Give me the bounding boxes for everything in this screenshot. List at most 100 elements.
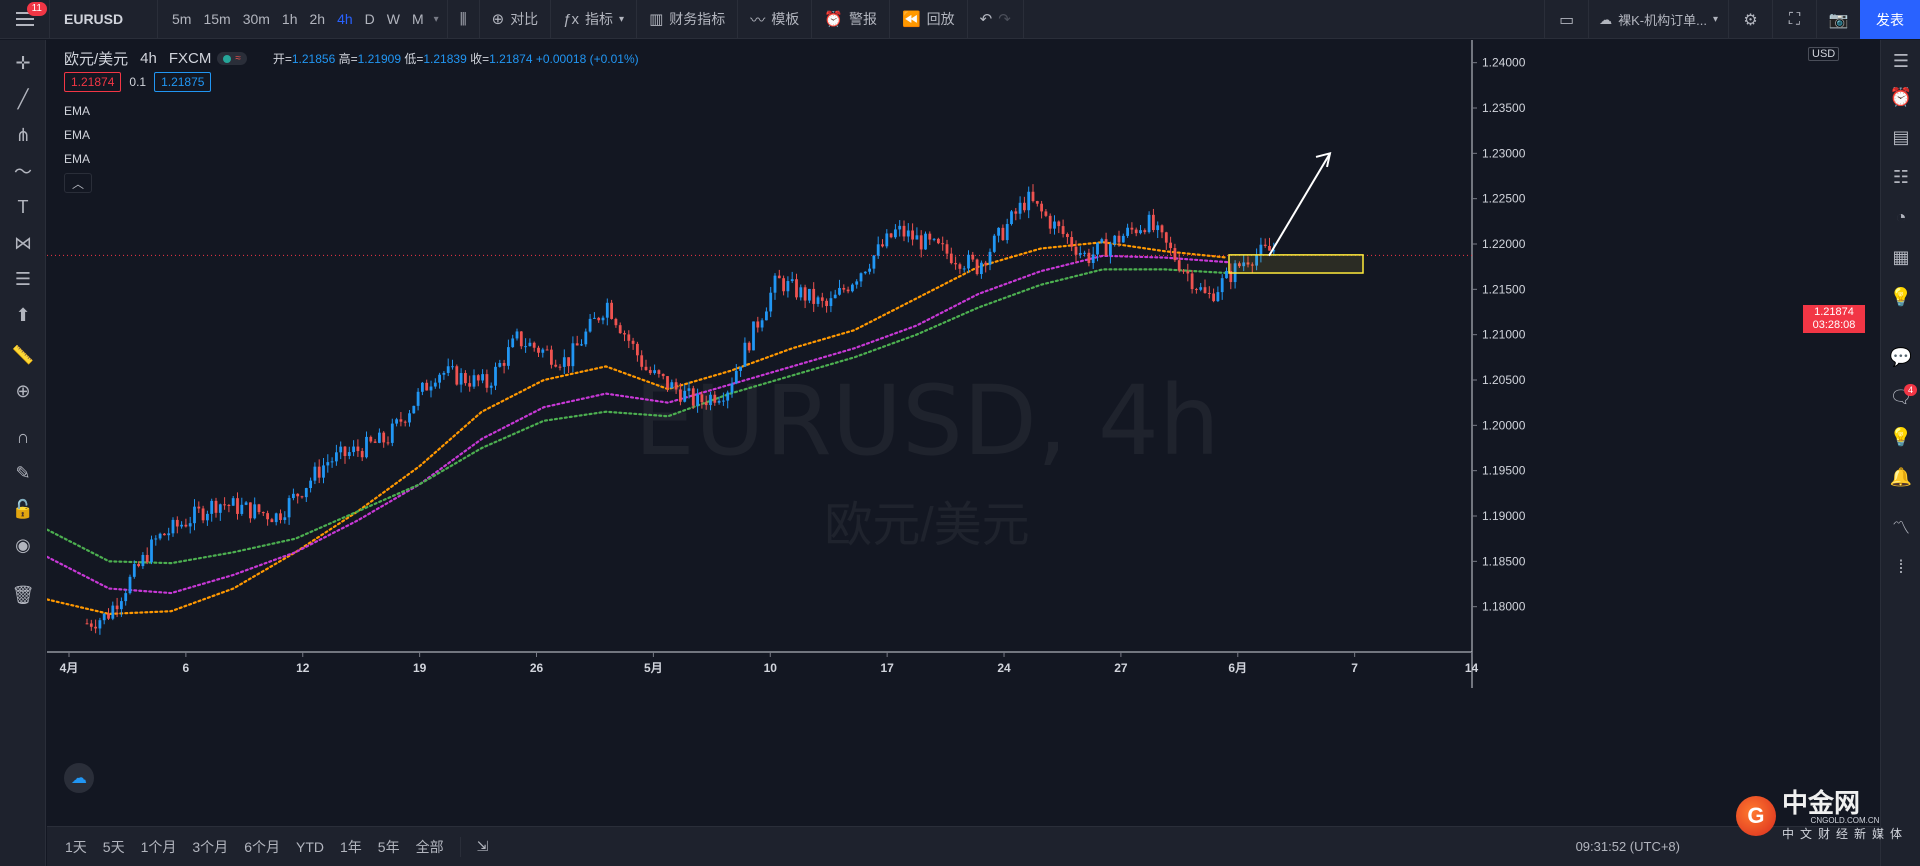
goto-date-icon[interactable]: ⇲: [469, 838, 497, 855]
interval-1h[interactable]: 1h: [276, 11, 304, 27]
alert-label: 警报: [848, 11, 877, 27]
alert-button[interactable]: ⏰ 警报: [812, 0, 890, 39]
projection-icon[interactable]: ☰: [0, 264, 46, 294]
pencil-lock-icon[interactable]: ✎: [0, 458, 46, 488]
cloud-logo-icon[interactable]: ☁: [64, 763, 94, 793]
time-tick-label: 10: [764, 661, 778, 675]
brush-icon[interactable]: 〜: [0, 156, 46, 186]
interval-m[interactable]: M: [406, 11, 430, 27]
camera-icon[interactable]: 📷: [1816, 0, 1860, 39]
fullscreen-rect-icon[interactable]: ▭: [1544, 0, 1588, 39]
layout-selector[interactable]: ☁ 裸K-机构订单... ▾: [1588, 0, 1728, 39]
range-5y[interactable]: 5年: [370, 837, 408, 857]
candle-body: [184, 524, 188, 527]
candle-body: [876, 244, 880, 256]
sell-button[interactable]: 1.21874: [64, 72, 122, 92]
currency-label[interactable]: USD: [1808, 47, 1840, 61]
trash-icon[interactable]: 🗑: [0, 580, 46, 610]
range-5d[interactable]: 5天: [95, 837, 133, 857]
range-1d[interactable]: 1天: [57, 837, 95, 857]
interval-5m[interactable]: 5m: [166, 11, 197, 27]
candle-body: [661, 373, 665, 377]
candle-body: [145, 554, 149, 563]
magnet-icon[interactable]: ∩: [0, 422, 46, 452]
bottom-toolbar: 1天 5天 1个月 3个月 6个月 YTD 1年 5年 全部 ⇲ 09:31:5…: [47, 826, 1880, 866]
range-all[interactable]: 全部: [408, 837, 452, 857]
alarm-clock-icon[interactable]: ⏰: [1881, 82, 1920, 112]
range-ytd[interactable]: YTD: [288, 839, 332, 855]
pitchfork-icon[interactable]: ⋔: [0, 120, 46, 150]
eye-icon[interactable]: ◉: [0, 530, 46, 560]
ruler-icon[interactable]: 📏: [0, 340, 46, 370]
data-window-icon[interactable]: ☷: [1881, 162, 1920, 192]
range-3m[interactable]: 3个月: [184, 837, 236, 857]
replay-button[interactable]: ⏪ 回放: [890, 0, 968, 39]
market-status-toggle[interactable]: ≈: [217, 52, 247, 65]
symbol-search[interactable]: EURUSD: [50, 0, 158, 39]
indicator-ema-2[interactable]: EMA: [64, 128, 90, 142]
main-menu-button[interactable]: 11: [0, 0, 50, 39]
interval-15m[interactable]: 15m: [197, 11, 236, 27]
chart-type-button[interactable]: ⫼: [448, 0, 480, 39]
indicator-ema-3[interactable]: EMA: [64, 152, 90, 166]
notification-badge: 11: [26, 1, 47, 16]
arrow-up-icon[interactable]: ⬆: [0, 300, 46, 330]
candle-body: [911, 230, 914, 240]
chat-icon[interactable]: 💬: [1881, 342, 1920, 372]
pattern-icon[interactable]: ⋈: [0, 228, 46, 258]
candle-body: [558, 366, 562, 368]
time-tick-label: 4月: [60, 661, 79, 675]
candle-body: [421, 382, 424, 392]
notifications-bell-icon[interactable]: 🔔: [1881, 462, 1920, 492]
financials-button[interactable]: ▥ 财务指标: [637, 0, 739, 39]
crosshair-icon[interactable]: ✛: [0, 48, 46, 78]
interval-30m[interactable]: 30m: [237, 11, 276, 27]
candle-body: [799, 287, 803, 298]
range-1y[interactable]: 1年: [332, 837, 370, 857]
range-6m[interactable]: 6个月: [236, 837, 288, 857]
publish-button[interactable]: 发表: [1860, 0, 1920, 39]
watchlist-icon[interactable]: ☰: [1881, 46, 1920, 76]
hotlist-icon[interactable]: ◔: [1881, 202, 1920, 232]
candle-body: [1190, 273, 1194, 290]
compare-button[interactable]: ⊕ 对比: [480, 0, 552, 39]
dom-icon[interactable]: ⁞: [1881, 552, 1920, 582]
candle-body: [1044, 211, 1048, 216]
price-chart[interactable]: 1.24000 1.23500 1.23000 1.22500 1.22000 1.215…: [47, 40, 1879, 825]
range-1m[interactable]: 1个月: [133, 837, 185, 857]
candle-body: [803, 287, 807, 301]
interval-w[interactable]: W: [381, 11, 406, 27]
chevron-down-icon[interactable]: ▾: [430, 14, 439, 25]
chart-pane[interactable]: EURUSD, 4h 欧元/美元 1.24000 1.23500 1.23000 1.…: [47, 40, 1879, 825]
candle-body: [605, 302, 609, 318]
candle-body: [102, 613, 106, 621]
undo-icon[interactable]: ↶: [980, 10, 993, 28]
zoom-in-icon[interactable]: ⊕: [0, 376, 46, 406]
lightbulb-icon[interactable]: 💡: [1881, 422, 1920, 452]
templates-button[interactable]: 〰模板: [738, 0, 813, 39]
settings-gear-icon[interactable]: ⚙: [1728, 0, 1772, 39]
collapse-legend-button[interactable]: ︿: [64, 173, 92, 193]
indicators-button[interactable]: ƒx 指标 ▾: [551, 0, 638, 39]
candle-body: [575, 343, 579, 346]
text-icon[interactable]: T: [0, 192, 46, 222]
indicator-ema-1[interactable]: EMA: [64, 104, 90, 118]
buy-button[interactable]: 1.21875: [154, 72, 212, 92]
redo-icon[interactable]: ↷: [998, 10, 1011, 28]
ideas-icon[interactable]: 💡: [1881, 282, 1920, 312]
messages-icon[interactable]: 🗨 4: [1881, 382, 1920, 412]
interval-d[interactable]: D: [359, 11, 381, 27]
interval-2h[interactable]: 2h: [304, 11, 332, 27]
calendar-icon[interactable]: ▦: [1881, 242, 1920, 272]
trendline-icon[interactable]: ╱: [0, 84, 46, 114]
candle-body: [687, 388, 691, 391]
fullscreen-icon[interactable]: ⛶: [1772, 0, 1816, 39]
candle-body: [967, 254, 970, 269]
lock-icon[interactable]: 🔓: [0, 494, 46, 524]
trend-icon[interactable]: 〽: [1881, 512, 1920, 542]
news-icon[interactable]: ▤: [1881, 122, 1920, 152]
clock-timezone[interactable]: 09:31:52 (UTC+8): [1576, 839, 1680, 854]
interval-4h[interactable]: 4h: [331, 11, 359, 27]
candle-body: [593, 317, 596, 319]
candle-body: [524, 346, 527, 348]
